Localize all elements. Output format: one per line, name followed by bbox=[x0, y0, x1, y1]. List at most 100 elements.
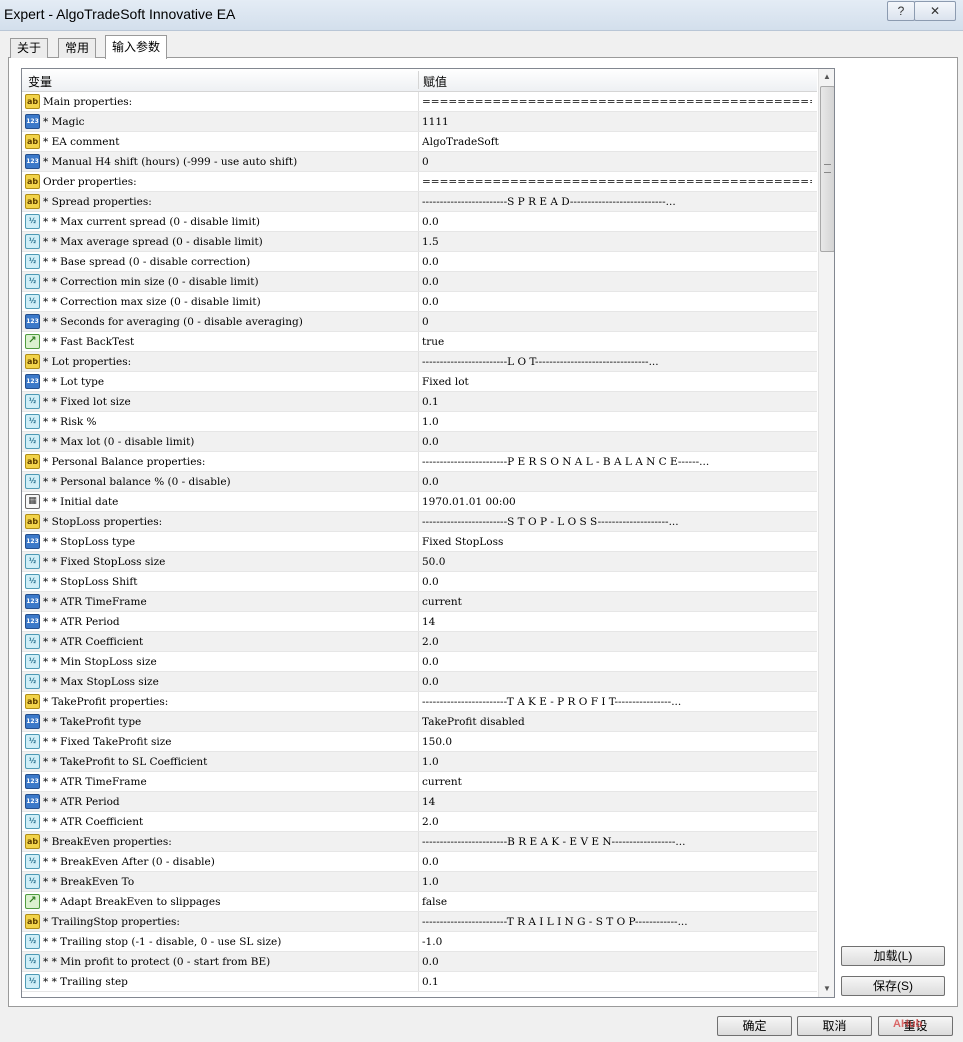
parameter-row[interactable]: ½ * * Base spread (0 - disable correction… bbox=[22, 252, 817, 272]
parameter-row[interactable]: 123 * * ATR Period 14 bbox=[22, 792, 817, 812]
parameter-value[interactable]: 14 bbox=[422, 796, 812, 808]
parameter-row[interactable]: ½ * * Correction max size (0 - disable li… bbox=[22, 292, 817, 312]
parameter-value[interactable]: AlgoTradeSoft bbox=[422, 136, 812, 148]
parameter-row[interactable]: ½ * * TakeProfit to SL Coefficient 1.0 bbox=[22, 752, 817, 772]
parameter-row[interactable]: ½ * * Max lot (0 - disable limit) 0.0 bbox=[22, 432, 817, 452]
parameter-value[interactable]: 0.0 bbox=[422, 476, 812, 488]
parameter-row[interactable]: ab * Lot properties: ---------------------… bbox=[22, 352, 817, 372]
parameter-row[interactable]: ½ * * Max average spread (0 - disable lim… bbox=[22, 232, 817, 252]
parameter-value[interactable]: Fixed lot bbox=[422, 376, 812, 388]
column-divider[interactable] bbox=[418, 71, 419, 89]
parameter-row[interactable]: ab * TakeProfit properties: --------------… bbox=[22, 692, 817, 712]
scroll-down-arrow-icon[interactable]: ▼ bbox=[819, 981, 834, 997]
parameter-value[interactable]: 14 bbox=[422, 616, 812, 628]
parameter-value[interactable]: ------------------------B R E A K - E V … bbox=[422, 836, 812, 848]
parameter-row[interactable]: ½ * * Fixed TakeProfit size 150.0 bbox=[22, 732, 817, 752]
parameter-row[interactable]: ↗ * * Adapt BreakEven to slippages false bbox=[22, 892, 817, 912]
parameter-value[interactable]: 0.0 bbox=[422, 576, 812, 588]
parameter-value[interactable]: 0.0 bbox=[422, 656, 812, 668]
parameter-value[interactable]: 0.0 bbox=[422, 676, 812, 688]
parameter-row[interactable]: ab Order properties: =====================… bbox=[22, 172, 817, 192]
tab-about[interactable]: 关于 bbox=[10, 38, 49, 58]
parameter-row[interactable]: ab * Spread properties: ------------------… bbox=[22, 192, 817, 212]
parameter-row[interactable]: ½ * * Trailing step 0.1 bbox=[22, 972, 817, 992]
parameter-row[interactable]: ½ * * BreakEven After (0 - disable) 0.0 bbox=[22, 852, 817, 872]
parameter-value[interactable]: ========================================… bbox=[422, 96, 812, 108]
parameter-row[interactable]: 123 * * ATR TimeFrame current bbox=[22, 592, 817, 612]
parameter-value[interactable]: Fixed StopLoss bbox=[422, 536, 812, 548]
parameter-row[interactable]: ½ * * Min StopLoss size 0.0 bbox=[22, 652, 817, 672]
parameter-value[interactable]: ------------------------P E R S O N A L … bbox=[422, 456, 812, 468]
parameter-row[interactable]: ½ * * Min profit to protect (0 - start fr… bbox=[22, 952, 817, 972]
vertical-scrollbar[interactable]: ▲ ▼ bbox=[818, 69, 834, 997]
scroll-up-arrow-icon[interactable]: ▲ bbox=[819, 69, 834, 85]
parameter-value[interactable]: ========================================… bbox=[422, 176, 812, 188]
parameter-value[interactable]: 0.0 bbox=[422, 436, 812, 448]
parameter-row[interactable]: 123 * * TakeProfit type TakeProfit disable… bbox=[22, 712, 817, 732]
parameter-value[interactable]: 1970.01.01 00:00 bbox=[422, 496, 812, 508]
parameter-value[interactable]: 0.1 bbox=[422, 396, 812, 408]
parameter-row[interactable]: 123 * Manual H4 shift (hours) (-999 - use… bbox=[22, 152, 817, 172]
close-button[interactable]: ✕ bbox=[914, 1, 956, 21]
parameter-row[interactable]: ab * BreakEven properties: ---------------… bbox=[22, 832, 817, 852]
parameter-value[interactable]: 0 bbox=[422, 316, 812, 328]
parameter-value[interactable]: 1.0 bbox=[422, 756, 812, 768]
parameter-value[interactable]: ------------------------L O T-----------… bbox=[422, 356, 812, 368]
parameter-value[interactable]: 0.0 bbox=[422, 856, 812, 868]
column-header-value[interactable]: 赋值 bbox=[423, 73, 447, 90]
parameter-row[interactable]: ½ * * ATR Coefficient 2.0 bbox=[22, 632, 817, 652]
parameter-value[interactable]: ------------------------S P R E A D-----… bbox=[422, 196, 812, 208]
parameter-row[interactable]: 123 * * Seconds for averaging (0 - disabl… bbox=[22, 312, 817, 332]
parameter-value[interactable]: 1111 bbox=[422, 116, 812, 128]
tab-inputs[interactable]: 输入参数 bbox=[105, 35, 168, 59]
parameter-value[interactable]: 1.0 bbox=[422, 876, 812, 888]
parameter-value[interactable]: TakeProfit disabled bbox=[422, 716, 812, 728]
title-bar[interactable]: Expert - AlgoTradeSoft Innovative EA ? ✕ bbox=[0, 0, 963, 31]
parameter-row[interactable]: ab * TrailingStop properties: ------------… bbox=[22, 912, 817, 932]
parameter-row[interactable]: ab * Personal Balance properties: --------… bbox=[22, 452, 817, 472]
parameter-row[interactable]: ab Main properties: ======================… bbox=[22, 92, 817, 112]
parameter-row[interactable]: ½ * * ATR Coefficient 2.0 bbox=[22, 812, 817, 832]
parameter-value[interactable]: 2.0 bbox=[422, 816, 812, 828]
parameter-value[interactable]: 0.0 bbox=[422, 256, 812, 268]
parameter-value[interactable]: 1.5 bbox=[422, 236, 812, 248]
parameter-value[interactable]: current bbox=[422, 776, 812, 788]
parameter-row[interactable]: ab * StopLoss properties: ----------------… bbox=[22, 512, 817, 532]
parameter-row[interactable]: 123 * * ATR Period 14 bbox=[22, 612, 817, 632]
parameter-value[interactable]: 50.0 bbox=[422, 556, 812, 568]
parameter-row[interactable]: ½ * * Risk % 1.0 bbox=[22, 412, 817, 432]
parameter-value[interactable]: 0.0 bbox=[422, 276, 812, 288]
parameter-value[interactable]: 0.0 bbox=[422, 956, 812, 968]
help-button[interactable]: ? bbox=[887, 1, 915, 21]
parameter-value[interactable]: ------------------------T A K E - P R O … bbox=[422, 696, 812, 708]
ok-button[interactable]: 确定 bbox=[717, 1016, 792, 1036]
parameter-value[interactable]: 0.0 bbox=[422, 216, 812, 228]
parameter-row[interactable]: ½ * * Max current spread (0 - disable lim… bbox=[22, 212, 817, 232]
parameter-value[interactable]: 0 bbox=[422, 156, 812, 168]
parameter-row[interactable]: ½ * * StopLoss Shift 0.0 bbox=[22, 572, 817, 592]
parameter-row[interactable]: ½ * * BreakEven To 1.0 bbox=[22, 872, 817, 892]
parameter-value[interactable]: ------------------------S T O P - L O S … bbox=[422, 516, 812, 528]
parameter-row[interactable]: ▦ * * Initial date 1970.01.01 00:00 bbox=[22, 492, 817, 512]
scroll-thumb[interactable] bbox=[820, 86, 834, 252]
parameter-value[interactable]: 150.0 bbox=[422, 736, 812, 748]
parameter-row[interactable]: 123 * * ATR TimeFrame current bbox=[22, 772, 817, 792]
parameter-value[interactable]: 1.0 bbox=[422, 416, 812, 428]
parameter-value[interactable]: 0.0 bbox=[422, 296, 812, 308]
parameter-row[interactable]: ½ * * Trailing stop (-1 - disable, 0 - us… bbox=[22, 932, 817, 952]
parameter-value[interactable]: 0.1 bbox=[422, 976, 812, 988]
parameter-row[interactable]: 123 * Magic 1111 bbox=[22, 112, 817, 132]
parameter-row[interactable]: ↗ * * Fast BackTest true bbox=[22, 332, 817, 352]
parameter-value[interactable]: current bbox=[422, 596, 812, 608]
parameter-row[interactable]: ½ * * Correction min size (0 - disable li… bbox=[22, 272, 817, 292]
parameter-row[interactable]: ½ * * Personal balance % (0 - disable) 0.0 bbox=[22, 472, 817, 492]
load-button[interactable]: 加载(L) bbox=[841, 946, 945, 966]
parameter-value[interactable]: true bbox=[422, 336, 812, 348]
parameter-value[interactable]: ------------------------T R A I L I N G … bbox=[422, 916, 812, 928]
parameter-value[interactable]: 2.0 bbox=[422, 636, 812, 648]
column-header-variable[interactable]: 变量 bbox=[28, 73, 52, 90]
cancel-button[interactable]: 取消 bbox=[797, 1016, 872, 1036]
parameter-row[interactable]: ½ * * Fixed StopLoss size 50.0 bbox=[22, 552, 817, 572]
parameter-value[interactable]: -1.0 bbox=[422, 936, 812, 948]
parameter-row[interactable]: 123 * * StopLoss type Fixed StopLoss bbox=[22, 532, 817, 552]
